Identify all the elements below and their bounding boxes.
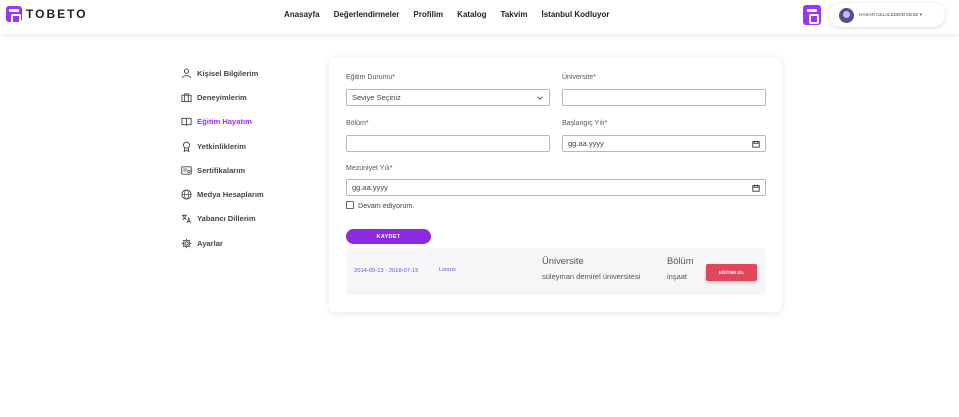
user-icon [181,68,192,78]
record-department-value: inşaat [667,272,688,281]
main-nav: Anasayfa Değerlendirmeler Profilim Katal… [284,10,610,19]
start-year-input[interactable]: gg.aa.yyyy [562,135,766,152]
grad-year-placeholder: gg.aa.yyyy [352,183,388,192]
record-university-header: Üniversite [542,255,584,266]
sidebar-item-label: Deneyimlerim [197,92,247,102]
avatar [839,7,854,23]
tobeto-badge-icon[interactable] [803,5,821,25]
education-status-label: Eğitim Durumu* [346,74,396,81]
book-icon [181,118,192,126]
sidebar-item-label: Sertifikalarım [197,165,246,175]
nav-link-evaluations[interactable]: Değerlendirmeler [334,10,400,19]
sidebar-item-label: Kişisel Bilgilerim [197,68,259,78]
department-input[interactable] [346,135,550,152]
record-department-header: Bölüm [667,255,694,266]
sidebar-item-media-accounts[interactable]: Medya Hesaplarım [181,182,311,206]
university-input[interactable] [562,89,766,106]
grad-year-input[interactable]: gg.aa.yyyy [346,179,766,196]
sidebar-item-skills[interactable]: Yetkinliklerim [181,134,311,158]
nav-link-istanbul-kodluyor[interactable]: İstanbul Kodluyor [542,10,610,19]
save-button[interactable]: KAYDET [346,229,431,244]
award-icon [183,141,190,152]
chevron-down-icon [537,95,543,100]
sidebar-item-label: Yetkinliklerim [197,141,246,151]
briefcase-icon [181,93,192,103]
nav-link-calendar[interactable]: Takvim [501,10,528,19]
university-label: Üniversite* [562,74,596,81]
tobeto-logo-icon [6,6,22,24]
sidebar-item-languages[interactable]: Yabancı Dillerim [181,207,311,231]
sidebar-item-label: Medya Hesaplarım [197,190,264,200]
nav-link-home[interactable]: Anasayfa [284,10,320,19]
start-year-label: Başlangıç Yılı* [562,120,608,127]
user-name: HASAN CELALEDDİN KESE ▾ [859,12,923,17]
education-form-card: Eğitim Durumu* Seviye Seçiniz Üniversite… [329,58,782,312]
sidebar-item-experiences[interactable]: Deneyimlerim [181,85,311,109]
calendar-icon[interactable] [752,140,760,148]
delete-education-button[interactable]: EĞİTİMİ SİL [706,264,757,281]
brand-name: TOBETO [26,7,88,21]
certificate-icon [181,166,192,175]
sidebar-item-certificates[interactable]: Sertifikalarım [181,158,311,182]
user-menu[interactable]: HASAN CELALEDDİN KESE ▾ [829,3,945,27]
sidebar-item-label: Yabancı Dillerim [197,214,256,224]
grad-year-label: Mezuniyet Yılı* [346,165,393,172]
nav-link-profile[interactable]: Profilim [413,10,443,19]
start-year-placeholder: gg.aa.yyyy [568,139,604,148]
record-university-value: süleyman demirel üniversitesi [542,272,641,281]
record-degree: Lisans [439,267,456,273]
education-status-select[interactable]: Seviye Seçiniz [346,89,550,106]
brand-logo[interactable]: TOBETO [6,6,88,24]
sidebar-item-personal-info[interactable]: Kişisel Bilgilerim [181,61,311,85]
nav-link-catalog[interactable]: Katalog [457,10,486,19]
calendar-icon[interactable] [752,184,760,192]
translate-icon [181,214,192,224]
education-status-value: Seviye Seçiniz [352,93,401,102]
gear-icon [181,238,192,248]
education-record-row: 2014-09-13 - 2018-07-15 Lisans Üniversit… [346,248,765,295]
sidebar-item-label: Ayarlar [197,238,223,248]
profile-sidebar: Kişisel Bilgilerim Deneyimlerim Eğitim H… [181,61,311,255]
sidebar-item-settings[interactable]: Ayarlar [181,231,311,255]
record-dates: 2014-09-13 - 2018-07-15 [354,268,419,274]
ongoing-checkbox[interactable] [346,201,354,209]
sidebar-item-education[interactable]: Eğitim Hayatım [181,110,311,134]
ongoing-label: Devam ediyorum. [358,201,415,210]
top-navbar: TOBETO Anasayfa Değerlendirmeler Profili… [0,0,959,34]
globe-icon [181,189,192,200]
sidebar-item-label: Eğitim Hayatım [197,117,252,127]
department-label: Bölüm* [346,120,369,127]
